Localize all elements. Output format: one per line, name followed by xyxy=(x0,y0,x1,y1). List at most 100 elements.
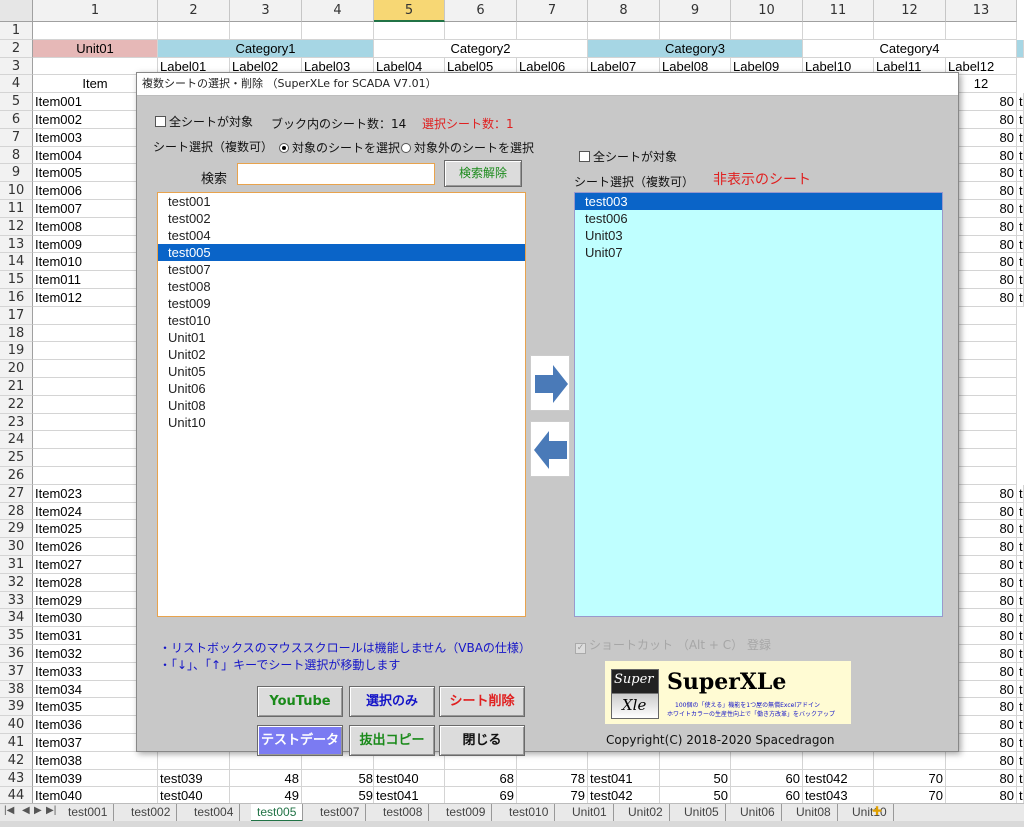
radio-target[interactable]: 対象のシートを選択 xyxy=(279,139,400,156)
column-header[interactable]: 12 xyxy=(874,0,946,22)
sheet-tab[interactable]: test009 xyxy=(440,804,493,822)
row-header[interactable]: 38 xyxy=(0,680,33,699)
all-sheets-right-checkbox[interactable]: 全シートが対象 xyxy=(579,148,677,165)
sheet-tab[interactable]: test001 xyxy=(62,804,115,822)
data-cell[interactable]: 68 xyxy=(445,769,517,788)
row-header[interactable]: 6 xyxy=(0,111,33,129)
text-cell[interactable]: t xyxy=(1017,645,1024,663)
sheet-tab[interactable]: test005 xyxy=(251,804,304,822)
column-header[interactable]: 10 xyxy=(731,0,803,22)
grid-cell[interactable] xyxy=(803,751,874,770)
text-cell[interactable]: t xyxy=(1017,200,1024,218)
tab-first-icon[interactable]: |◀ xyxy=(4,805,14,816)
row-header[interactable]: 1 xyxy=(0,22,33,40)
row-header[interactable]: 33 xyxy=(0,591,33,610)
sheet-tab[interactable]: test008 xyxy=(377,804,430,822)
list-item[interactable]: Unit03 xyxy=(575,227,942,244)
row-header[interactable]: 5 xyxy=(0,93,33,111)
row-header[interactable]: 29 xyxy=(0,520,33,539)
category-cell[interactable]: Category4 xyxy=(803,39,1017,58)
right-sheet-listbox[interactable]: test003 test006 Unit03 Unit07 xyxy=(574,192,943,617)
youtube-button[interactable]: YouTube xyxy=(257,686,343,717)
checkbox-box-checked[interactable]: ✓ xyxy=(575,643,586,654)
radio-dot[interactable] xyxy=(401,143,411,153)
text-cell[interactable]: t xyxy=(1017,128,1024,147)
new-sheet-icon[interactable]: ✚ xyxy=(872,804,882,818)
row-header[interactable]: 18 xyxy=(0,324,33,343)
sheet-tab[interactable]: Unit08 xyxy=(790,804,838,822)
data-cell[interactable]: test040 xyxy=(374,769,445,788)
column-header[interactable]: 11 xyxy=(803,0,874,22)
text-cell[interactable]: t xyxy=(1017,164,1024,183)
text-cell[interactable]: t xyxy=(1017,217,1024,236)
select-only-button[interactable]: 選択のみ xyxy=(349,686,435,717)
text-cell[interactable]: t xyxy=(1017,680,1024,699)
grid-cell[interactable] xyxy=(158,751,230,770)
category-cell[interactable] xyxy=(1017,39,1024,58)
text-cell[interactable]: t xyxy=(1017,734,1024,752)
text-cell[interactable]: t xyxy=(1017,502,1024,521)
text-cell[interactable]: t xyxy=(1017,716,1024,734)
column-header[interactable]: 4 xyxy=(302,0,374,22)
row-header[interactable]: 32 xyxy=(0,573,33,592)
list-item[interactable]: test006 xyxy=(575,210,942,227)
list-item[interactable]: test007 xyxy=(158,261,525,278)
sheet-tab[interactable]: test004 xyxy=(188,804,241,822)
grid-cell[interactable] xyxy=(445,22,517,40)
row-header[interactable]: 8 xyxy=(0,146,33,165)
row-header[interactable]: 3 xyxy=(0,57,33,76)
grid-cell[interactable] xyxy=(374,22,445,40)
text-cell[interactable]: t xyxy=(1017,627,1024,645)
text-cell[interactable]: t xyxy=(1017,271,1024,289)
sheet-tab[interactable]: Unit10 xyxy=(846,804,894,822)
data-cell[interactable]: 58 xyxy=(302,769,374,788)
text-cell[interactable]: t xyxy=(1017,235,1024,254)
data-cell[interactable]: 70 xyxy=(874,769,946,788)
row-header[interactable]: 35 xyxy=(0,627,33,645)
checkbox-box[interactable] xyxy=(155,116,166,127)
list-item[interactable]: Unit01 xyxy=(158,329,525,346)
list-item[interactable]: test008 xyxy=(158,278,525,295)
text-cell[interactable]: t xyxy=(1017,573,1024,592)
search-input[interactable] xyxy=(237,163,435,185)
superxle-logo[interactable]: Super Xle SuperXLe 100個の「使える」機能を1つ屋の無償Ex… xyxy=(605,661,851,724)
extract-copy-button[interactable]: 抜出コピー xyxy=(349,725,435,756)
data-cell[interactable]: 48 xyxy=(230,769,302,788)
row-header[interactable]: 22 xyxy=(0,395,33,414)
grid-cell[interactable] xyxy=(946,22,1017,40)
grid-cell[interactable] xyxy=(302,22,374,40)
column-header[interactable]: 7 xyxy=(517,0,588,22)
column-header[interactable]: 1 xyxy=(33,0,158,22)
row-header[interactable]: 10 xyxy=(0,182,33,200)
grid-cell[interactable] xyxy=(588,22,660,40)
text-cell[interactable]: t xyxy=(1017,520,1024,539)
grid-cell[interactable] xyxy=(731,22,803,40)
column-header[interactable]: 6 xyxy=(445,0,517,22)
tab-prev-icon[interactable]: ◀ xyxy=(22,805,30,816)
list-item[interactable]: Unit07 xyxy=(575,244,942,261)
list-item[interactable]: test001 xyxy=(158,193,525,210)
list-item[interactable]: Unit06 xyxy=(158,380,525,397)
grid-cell[interactable] xyxy=(874,751,946,770)
grid-cell[interactable] xyxy=(660,751,731,770)
row-header[interactable]: 19 xyxy=(0,342,33,361)
item-cell[interactable]: Item038 xyxy=(33,751,158,770)
row-header[interactable]: 23 xyxy=(0,413,33,432)
sheet-tab[interactable]: Unit06 xyxy=(734,804,782,822)
list-item[interactable]: test004 xyxy=(158,227,525,244)
unit-cell[interactable]: Unit01 xyxy=(33,39,158,58)
list-item[interactable]: Unit05 xyxy=(158,363,525,380)
radio-non-target[interactable]: 対象外のシートを選択 xyxy=(401,139,534,156)
text-cell[interactable]: t xyxy=(1017,556,1024,574)
grid-cell[interactable] xyxy=(33,22,158,40)
row-header[interactable]: 11 xyxy=(0,200,33,218)
row-header[interactable]: 24 xyxy=(0,431,33,450)
tab-next-icon[interactable]: ▶ xyxy=(34,805,42,816)
category-cell[interactable]: Category3 xyxy=(588,39,803,58)
row-header[interactable]: 27 xyxy=(0,484,33,503)
column-header[interactable]: 3 xyxy=(230,0,302,22)
text-cell[interactable]: t xyxy=(1017,484,1024,503)
text-cell[interactable]: t xyxy=(1017,253,1024,272)
text-cell[interactable]: t xyxy=(1017,662,1024,681)
test-data-button[interactable]: テストデータ xyxy=(257,725,343,756)
